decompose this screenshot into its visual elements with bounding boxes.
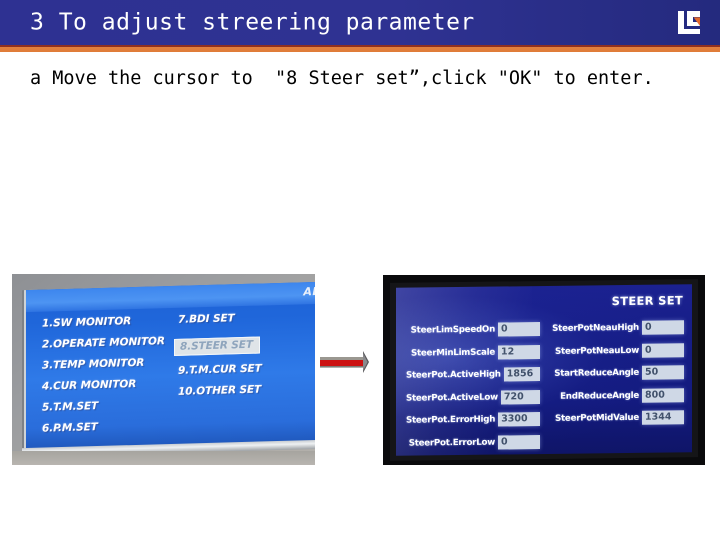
instruction-text: a Move the cursor to "8 Steer set”,click… — [30, 68, 654, 89]
parameter-row: SteerPot.ErrorHigh 3300 — [406, 409, 540, 431]
left-photo-menu-column-2: 7.BDI SET 8.STEER SET 9.T.M.CUR SET 10.O… — [174, 311, 262, 406]
parameter-label: SteerPot.ActiveHigh — [406, 369, 501, 381]
parameter-value-field[interactable]: 0 — [642, 343, 684, 358]
parameter-label: SteerMinLimScale — [411, 347, 495, 359]
parameter-value-field[interactable]: 3300 — [498, 412, 540, 427]
parameter-value-field[interactable]: 1856 — [503, 367, 540, 382]
right-arrow-icon — [320, 351, 369, 373]
parameter-row: SteerPot.ErrorLow 0 — [406, 432, 540, 454]
parameter-value-field[interactable]: 0 — [642, 320, 684, 336]
parameter-value-field[interactable]: 12 — [498, 344, 540, 360]
left-photo-title-bar: AD — [26, 281, 315, 313]
parameter-label: SteerPotMidValue — [555, 413, 639, 425]
parameter-row: EndReduceAngle 800 — [550, 385, 684, 407]
page-header: 3 To adjust streering parameter — [0, 0, 720, 45]
menu-item[interactable]: 9.T.M.CUR SET — [178, 362, 262, 376]
parameter-value-field[interactable]: 50 — [642, 365, 684, 381]
left-photo-admin-label: AD — [303, 284, 315, 299]
flow-arrow — [318, 348, 378, 376]
parameter-row: StartReduceAngle 50 — [550, 362, 684, 384]
page-title: 3 To adjust streering parameter — [30, 8, 475, 35]
parameter-row: SteerPotNeauLow 0 — [550, 340, 684, 362]
parameter-label: SteerPot.ErrorLow — [408, 437, 495, 449]
parameter-value-field[interactable]: 0 — [498, 322, 540, 337]
parameter-label: SteerPot.ErrorHigh — [406, 414, 496, 426]
parameter-value-field[interactable]: 1344 — [642, 410, 684, 426]
parameter-label: SteerLimSpeedOn — [410, 324, 495, 336]
menu-item[interactable]: 3.TEMP MONITOR — [42, 356, 165, 372]
menu-item[interactable]: 5.T.M.SET — [42, 398, 165, 414]
left-photo-main-menu: AD 1.SW MONITOR 2.OPERATE MONITOR 3.TEMP… — [12, 274, 315, 465]
steer-set-parameter-grid: SteerLimSpeedOn 0 SteerMinLimScale 12 St… — [406, 317, 684, 455]
parameter-value-field[interactable]: 800 — [642, 388, 684, 403]
steer-set-column-1: SteerLimSpeedOn 0 SteerMinLimScale 12 St… — [406, 319, 540, 456]
parameter-row: SteerPotMidValue 1344 — [550, 407, 684, 429]
lg-brand-logo-icon — [678, 11, 700, 34]
parameter-row: SteerPot.ActiveLow 720 — [406, 387, 540, 409]
left-photo-lcd-screen: AD 1.SW MONITOR 2.OPERATE MONITOR 3.TEMP… — [26, 281, 315, 454]
parameter-label: SteerPot.ActiveLow — [406, 392, 498, 404]
parameter-row: SteerLimSpeedOn 0 — [406, 319, 540, 341]
menu-item[interactable]: 6.P.M.SET — [42, 419, 165, 435]
left-photo-desk-shadow — [12, 451, 315, 465]
parameter-row: SteerPot.ActiveHigh 1856 — [406, 364, 540, 386]
menu-item[interactable]: 7.BDI SET — [178, 311, 262, 326]
parameter-label: EndReduceAngle — [560, 390, 639, 402]
left-photo-menu-column-1: 1.SW MONITOR 2.OPERATE MONITOR 3.TEMP MO… — [42, 314, 165, 443]
parameter-label: SteerPotNeauHigh — [552, 323, 639, 335]
right-photo-bezel: STEER SET SteerLimSpeedOn 0 SteerMinLimS… — [390, 279, 698, 461]
parameter-value-field[interactable]: 0 — [498, 434, 540, 450]
right-photo-lcd-screen: STEER SET SteerLimSpeedOn 0 SteerMinLimS… — [396, 284, 692, 456]
parameter-label: StartReduceAngle — [554, 368, 639, 380]
menu-item-selected-steer-set[interactable]: 8.STEER SET — [174, 336, 260, 356]
parameter-label: SteerPotNeauLow — [555, 345, 639, 357]
parameter-row: SteerPotNeauHigh 0 — [550, 317, 684, 339]
parameter-row: SteerMinLimScale 12 — [406, 342, 540, 364]
steer-set-screen-title: STEER SET — [611, 293, 683, 309]
parameter-value-field[interactable]: 720 — [500, 389, 540, 405]
menu-item[interactable]: 2.OPERATE MONITOR — [42, 335, 165, 350]
header-divider-orange — [0, 47, 720, 52]
menu-item[interactable]: 10.OTHER SET — [178, 383, 262, 398]
steer-set-column-2: SteerPotNeauHigh 0 SteerPotNeauLow 0 Sta… — [550, 317, 684, 454]
menu-item[interactable]: 1.SW MONITOR — [42, 314, 165, 329]
menu-item[interactable]: 4.CUR MONITOR — [42, 377, 165, 393]
right-photo-steer-set: STEER SET SteerLimSpeedOn 0 SteerMinLimS… — [383, 275, 705, 465]
